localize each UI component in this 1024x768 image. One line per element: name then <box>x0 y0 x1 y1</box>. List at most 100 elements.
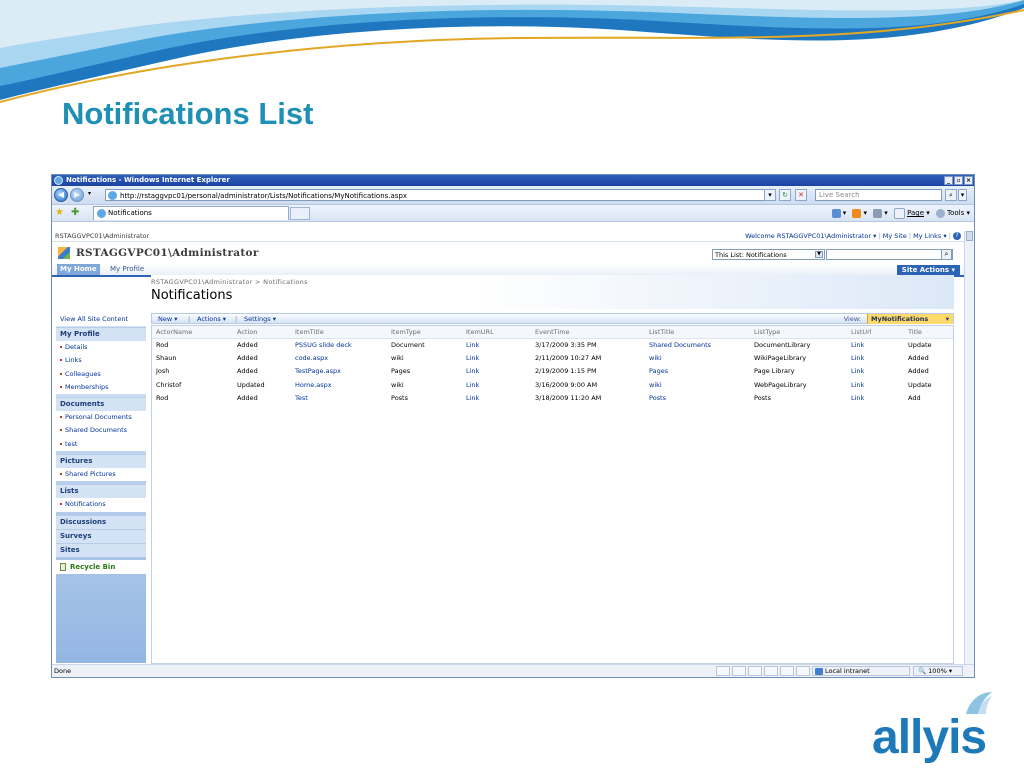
security-zone[interactable]: Local intranet <box>812 666 910 676</box>
breadcrumb[interactable]: RSTAGGVPC01\Administrator > Notification… <box>151 278 308 286</box>
cell-listtitle-link[interactable]: wiki <box>649 352 662 365</box>
ql-heading-sites[interactable]: Sites <box>56 542 146 557</box>
page-menu[interactable]: Page ▾ <box>893 207 930 219</box>
logo-text: allyis <box>872 711 987 764</box>
maximize-icon[interactable]: ▫ <box>954 176 963 185</box>
cell-itemurl-link[interactable]: Link <box>466 379 479 392</box>
forward-icon[interactable]: ▶ <box>70 188 84 202</box>
ql-item-shared-pictures[interactable]: Shared Pictures <box>56 468 146 481</box>
feeds-button[interactable]: ▾ <box>852 207 867 219</box>
ql-item-details[interactable]: Details <box>56 341 146 354</box>
cell-itemtitle-link[interactable]: TestPage.aspx <box>295 365 341 378</box>
tab-my-home[interactable]: My Home <box>57 264 100 275</box>
site-search-input[interactable] <box>826 249 953 260</box>
ql-item-colleagues[interactable]: Colleagues <box>56 368 146 381</box>
search-options-icon[interactable]: ▾ <box>958 189 967 201</box>
cell-itemtitle-link[interactable]: Test <box>295 392 308 405</box>
zoom-control[interactable]: 🔍 100% ▾ <box>913 666 963 676</box>
intranet-icon <box>815 668 823 675</box>
cell-itemtitle-link[interactable]: code.aspx <box>295 352 328 365</box>
history-dropdown-icon[interactable]: ▾ <box>88 190 91 197</box>
favorites-star-icon[interactable]: ★ <box>55 207 64 218</box>
cell-listurl-link[interactable]: Link <box>851 339 864 352</box>
home-button[interactable]: ▾ <box>831 207 846 219</box>
site-title[interactable]: RSTAGGVPC01\Administrator <box>76 247 259 259</box>
cell-listurl-link[interactable]: Link <box>851 352 864 365</box>
col-header-eventtime[interactable]: EventTime <box>535 326 570 338</box>
ql-heading-surveys[interactable]: Surveys <box>56 528 146 543</box>
browser-tab-notifications[interactable]: Notifications <box>93 206 289 220</box>
live-search-input[interactable]: Live Search <box>815 189 942 201</box>
cell-itemurl-link[interactable]: Link <box>466 352 479 365</box>
new-menu[interactable]: New ▾ <box>158 314 178 324</box>
minimize-icon[interactable]: _ <box>944 176 953 185</box>
cell-listurl-link[interactable]: Link <box>851 379 864 392</box>
cell-listtitle-link[interactable]: wiki <box>649 379 662 392</box>
new-tab-button[interactable] <box>290 207 310 220</box>
search-scope-select[interactable]: This List: Notifications ▼ <box>712 249 825 260</box>
my-site-link[interactable]: My Site <box>883 232 907 240</box>
ql-heading-my-profile[interactable]: My Profile <box>56 327 146 341</box>
address-dropdown-icon[interactable]: ▾ <box>764 189 776 201</box>
ql-heading-pictures[interactable]: Pictures <box>56 454 146 469</box>
col-header-listtitle[interactable]: ListTitle <box>649 326 674 338</box>
ql-heading-lists[interactable]: Lists <box>56 484 146 499</box>
cell-itemurl-link[interactable]: Link <box>466 392 479 405</box>
site-search-icon[interactable]: ⌕ <box>941 249 952 260</box>
cell-action: Added <box>237 354 258 363</box>
ql-item-links[interactable]: Links <box>56 354 146 367</box>
col-header-itemtitle[interactable]: ItemTitle <box>295 326 324 338</box>
ql-item-shared-documents[interactable]: Shared Documents <box>56 424 146 437</box>
col-header-itemurl[interactable]: ItemURL <box>466 326 494 338</box>
tools-menu[interactable]: Tools ▾ <box>935 207 970 219</box>
ql-heading-documents[interactable]: Documents <box>56 397 146 412</box>
window-titlebar: Notifications - Windows Internet Explore… <box>52 175 974 186</box>
cell-itemtitle-link[interactable]: PSSUG slide deck <box>295 339 352 352</box>
cell-itemurl-link[interactable]: Link <box>466 339 479 352</box>
cell-eventtime: 2/19/2009 1:15 PM <box>535 367 597 376</box>
col-header-actorname[interactable]: ActorName <box>156 326 192 338</box>
cell-actorname: Rod <box>156 393 169 402</box>
table-row: Shaun Added code.aspx wiki Link 2/11/200… <box>152 352 953 365</box>
welcome-menu[interactable]: Welcome RSTAGGVPC01\Administrator ▾ <box>745 232 876 240</box>
cell-listtitle-link[interactable]: Pages <box>649 365 668 378</box>
header-wave <box>0 0 1024 103</box>
cell-listtitle-link[interactable]: Posts <box>649 392 666 405</box>
vertical-scrollbar[interactable] <box>964 231 974 664</box>
help-icon[interactable]: ? <box>953 232 961 240</box>
scrollbar-thumb[interactable] <box>966 231 973 241</box>
table-row: Josh Added TestPage.aspx Pages Link 2/19… <box>152 365 953 378</box>
ql-item-test[interactable]: test <box>56 438 146 451</box>
col-header-listtype[interactable]: ListType <box>754 326 780 338</box>
ql-item-notifications[interactable]: Notifications <box>56 498 146 511</box>
back-icon[interactable]: ◀ <box>54 188 68 202</box>
close-icon[interactable]: × <box>964 176 973 185</box>
search-icon[interactable]: ⌕ <box>945 189 957 201</box>
col-header-itemtype[interactable]: ItemType <box>391 326 421 338</box>
stop-icon[interactable]: ✕ <box>795 189 807 201</box>
tab-my-profile[interactable]: My Profile <box>107 264 147 275</box>
view-all-site-content[interactable]: View All Site Content <box>56 313 146 327</box>
recycle-bin-link[interactable]: Recycle Bin <box>56 559 146 574</box>
cell-listtitle-link[interactable]: Shared Documents <box>649 339 711 352</box>
cell-itemtitle-link[interactable]: Home.aspx <box>295 379 332 392</box>
refresh-icon[interactable]: ↻ <box>779 189 791 201</box>
print-button[interactable]: ▾ <box>873 207 888 219</box>
address-bar[interactable]: http://rstaggvpc01/personal/administrato… <box>105 189 775 201</box>
col-header-action[interactable]: Action <box>237 326 257 338</box>
ql-heading-discussions[interactable]: Discussions <box>56 514 146 529</box>
col-header-title[interactable]: Title <box>908 326 922 338</box>
settings-menu[interactable]: Settings ▾ <box>244 314 276 324</box>
view-select[interactable]: MyNotifications ▾ <box>867 314 953 324</box>
global-breadcrumb[interactable]: RSTAGGVPC01\Administrator <box>55 232 149 240</box>
ql-item-memberships[interactable]: Memberships <box>56 381 146 394</box>
cell-itemurl-link[interactable]: Link <box>466 365 479 378</box>
cell-listurl-link[interactable]: Link <box>851 392 864 405</box>
ql-item-personal-documents[interactable]: Personal Documents <box>56 411 146 424</box>
actions-menu[interactable]: Actions ▾ <box>197 314 226 324</box>
add-favorite-icon[interactable]: ✚ <box>71 207 79 218</box>
cell-listurl-link[interactable]: Link <box>851 365 864 378</box>
cell-eventtime: 2/11/2009 10:27 AM <box>535 354 602 363</box>
col-header-listurl[interactable]: ListUrl <box>851 326 872 338</box>
my-links-menu[interactable]: My Links ▾ <box>913 232 947 240</box>
